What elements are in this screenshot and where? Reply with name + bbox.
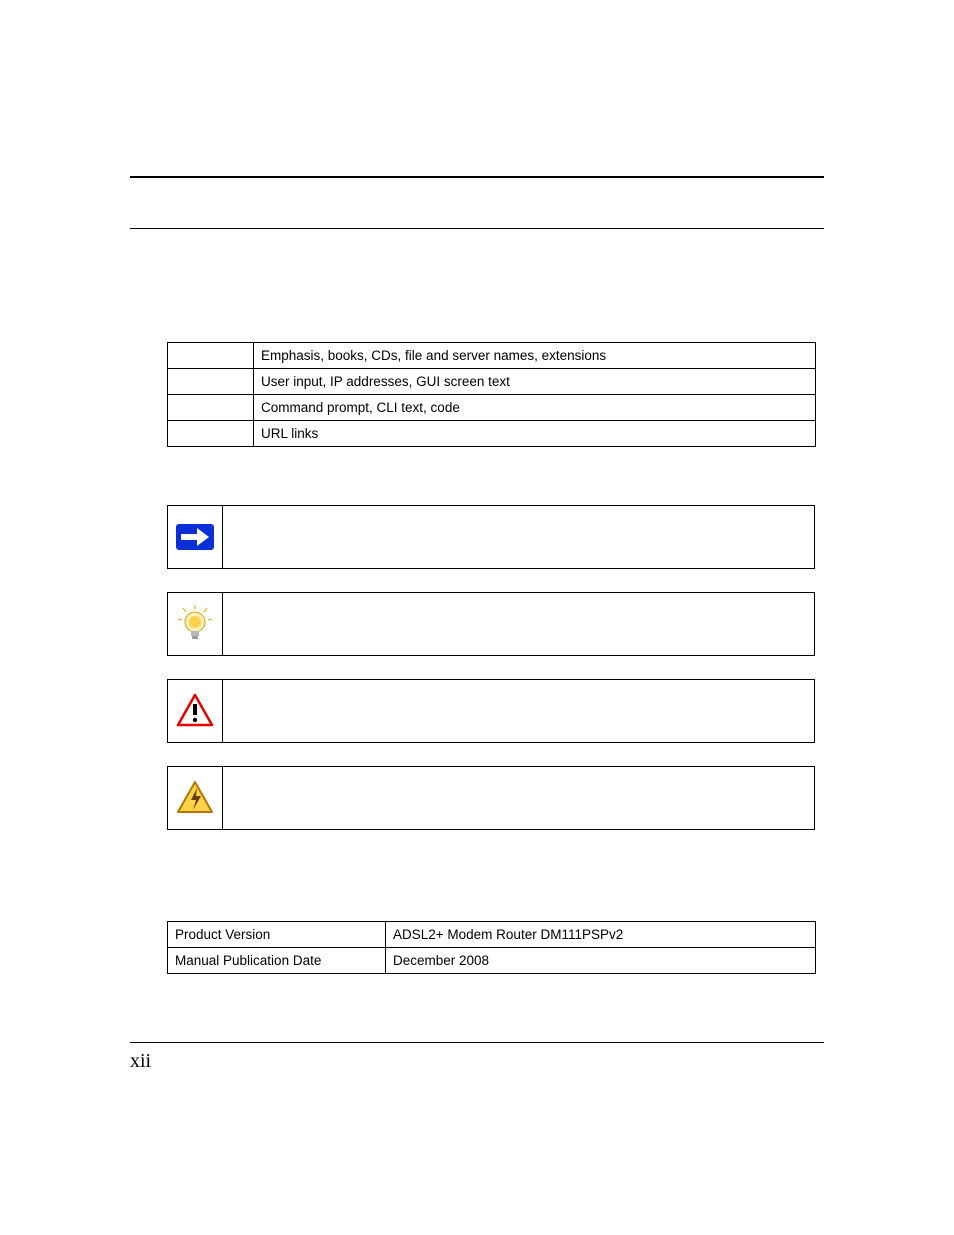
typo-col1 (168, 395, 254, 421)
info-label: Manual Publication Date (168, 948, 386, 974)
typo-col2: User input, IP addresses, GUI screen tex… (254, 369, 816, 395)
callout-list (167, 505, 815, 853)
header-rule-top (130, 176, 824, 178)
callout-danger (167, 766, 815, 830)
arrow-right-icon (175, 517, 215, 557)
warning-icon-cell (167, 679, 223, 743)
typo-col1 (168, 369, 254, 395)
table-row: Emphasis, books, CDs, file and server na… (168, 343, 816, 369)
page-number: xii (130, 1050, 151, 1073)
callout-text (223, 505, 815, 569)
callout-warning (167, 679, 815, 743)
typo-col2: URL links (254, 421, 816, 447)
warning-triangle-icon (175, 691, 215, 731)
info-value: ADSL2+ Modem Router DM111PSPv2 (386, 922, 816, 948)
page: Emphasis, books, CDs, file and server na… (0, 0, 954, 1235)
typography-table: Emphasis, books, CDs, file and server na… (167, 342, 816, 447)
table-row: URL links (168, 421, 816, 447)
footer-rule (130, 1042, 824, 1043)
table-row: Manual Publication Date December 2008 (168, 948, 816, 974)
lightbulb-icon (175, 604, 215, 644)
danger-bolt-icon (175, 778, 215, 818)
header-rule-bottom (130, 228, 824, 229)
callout-text (223, 766, 815, 830)
typo-col2: Command prompt, CLI text, code (254, 395, 816, 421)
callout-tip (167, 592, 815, 656)
typo-col1 (168, 421, 254, 447)
table-row: Command prompt, CLI text, code (168, 395, 816, 421)
danger-icon-cell (167, 766, 223, 830)
table-row: User input, IP addresses, GUI screen tex… (168, 369, 816, 395)
info-value: December 2008 (386, 948, 816, 974)
info-label: Product Version (168, 922, 386, 948)
typo-col2: Emphasis, books, CDs, file and server na… (254, 343, 816, 369)
tip-icon-cell (167, 592, 223, 656)
typo-col1 (168, 343, 254, 369)
table-row: Product Version ADSL2+ Modem Router DM11… (168, 922, 816, 948)
callout-note (167, 505, 815, 569)
note-icon-cell (167, 505, 223, 569)
callout-text (223, 679, 815, 743)
product-info-table: Product Version ADSL2+ Modem Router DM11… (167, 921, 816, 974)
callout-text (223, 592, 815, 656)
